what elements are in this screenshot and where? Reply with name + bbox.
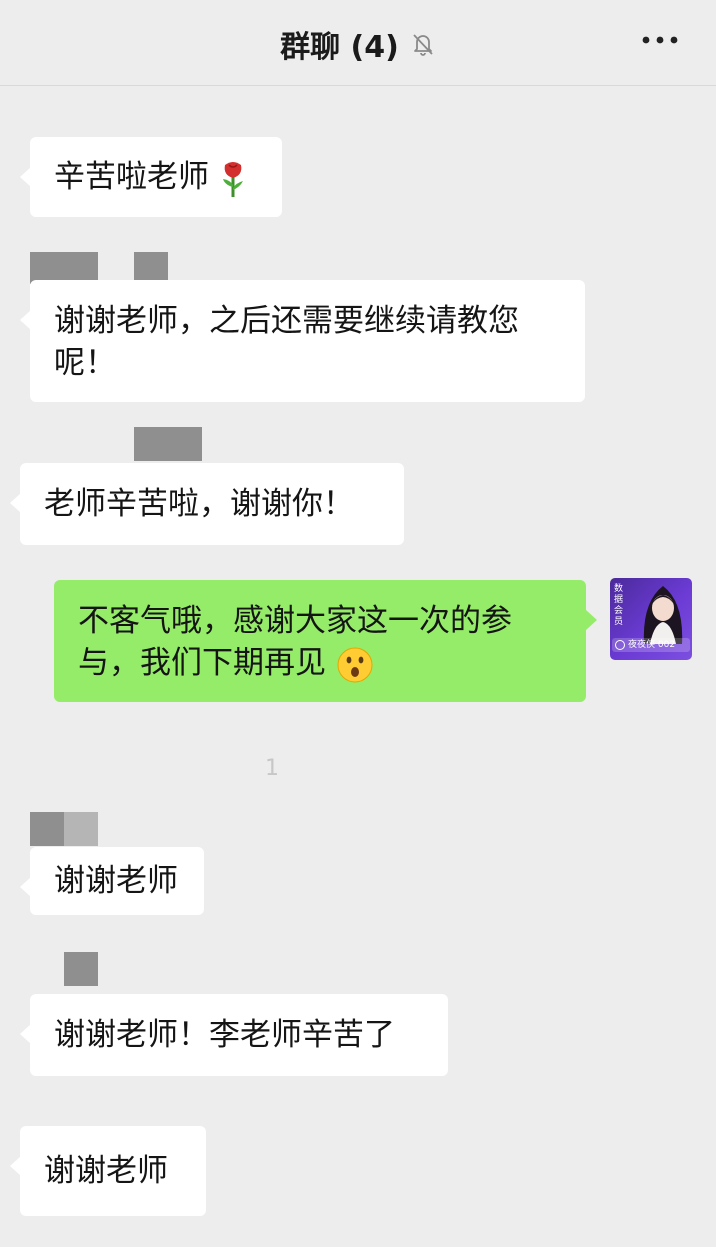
message-bubble[interactable]: 谢谢老师，之后还需要继续请教您 呢！ [20, 280, 585, 402]
message-bubble[interactable]: 谢谢老师 [10, 1126, 206, 1216]
my-avatar[interactable]: 数据会员 夜夜侠 002 [610, 578, 692, 660]
redacted-sender-name [64, 952, 98, 986]
message-text: 谢谢老师！李老师辛苦了 [54, 1017, 395, 1053]
avatar-name: 夜夜侠 002 [612, 638, 690, 652]
chat-title[interactable]: 群聊 (4) [280, 22, 399, 66]
message-text: 辛苦啦老师 [54, 159, 209, 195]
message-bubble[interactable]: 辛苦啦老师 [20, 137, 282, 217]
message-text: 不客气哦，感谢大家这一次的参 与，我们下期再见 [78, 603, 512, 681]
redacted-sender-name [64, 812, 98, 846]
timestamp: 1 [265, 756, 279, 781]
message-text: 老师辛苦啦，谢谢你！ [44, 486, 354, 522]
message-bubble[interactable]: 老师辛苦啦，谢谢你！ [10, 463, 404, 545]
title-wrap: 群聊 (4) [0, 22, 716, 66]
rose-emoji [222, 161, 243, 197]
message-text: 谢谢老师 [44, 1153, 168, 1189]
chat-header: 群聊 (4) [0, 0, 716, 86]
message-text: 谢谢老师，之后还需要继续请教您 呢！ [54, 303, 519, 381]
message-bubble[interactable]: 谢谢老师！李老师辛苦了 [20, 994, 448, 1076]
my-message-bubble[interactable]: 不客气哦，感谢大家这一次的参 与，我们下期再见 [54, 580, 597, 702]
more-dots-icon[interactable] [640, 28, 680, 52]
message-bubble[interactable]: 谢谢老师 [20, 847, 204, 915]
redacted-sender-name [30, 812, 64, 846]
avatar-tag: 数据会员 [614, 584, 624, 627]
redacted-sender-name [134, 427, 202, 461]
message-text: 谢谢老师 [54, 863, 178, 899]
portrait-image [643, 586, 683, 644]
bell-muted-icon [413, 34, 433, 56]
astonished-face-emoji [337, 647, 373, 682]
